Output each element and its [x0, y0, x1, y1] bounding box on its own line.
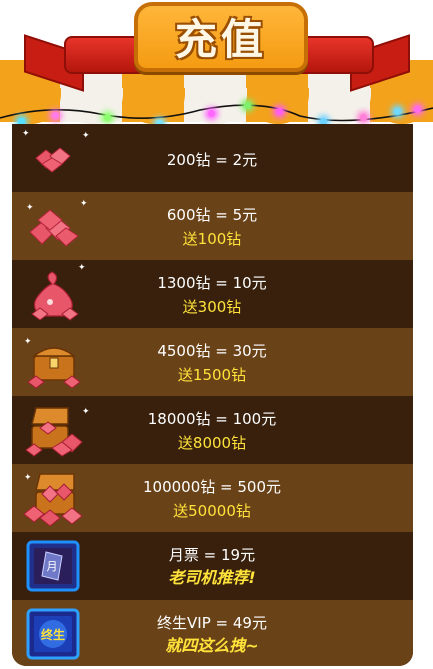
- light-bulb-icon: [414, 106, 421, 113]
- sparkle-icon: ✦: [82, 407, 90, 417]
- light-bulb-icon: [104, 114, 111, 121]
- sparkle-icon: ✦: [78, 263, 86, 273]
- offer-row-600[interactable]: 600钻 = 5元 送100钻: [12, 192, 413, 260]
- sparkle-icon: ✦: [22, 129, 30, 139]
- open-treasure-chest-icon: [25, 407, 83, 457]
- sparkle-icon: ✦: [24, 473, 32, 483]
- offer-price: 100000钻 = 500元: [143, 478, 281, 496]
- offer-bonus: 送300钻: [182, 298, 242, 316]
- diamonds-small-icon: [35, 147, 71, 173]
- light-bulb-icon: [394, 108, 401, 115]
- diamond-bag-icon: [31, 271, 79, 321]
- offer-price: 1300钻 = 10元: [157, 274, 267, 292]
- lifetime-vip-card-icon: 终生: [26, 608, 80, 660]
- offer-board: 200钻 = 2元 600钻 = 5元 送100钻 1300钻 = 10元 送3…: [12, 124, 413, 666]
- page-title: 充值: [174, 15, 267, 64]
- offer-row-monthly-pass[interactable]: 月 月票 = 19元 老司机推荐!: [12, 532, 413, 600]
- offer-row-100000[interactable]: 100000钻 = 500元 送50000钻: [12, 464, 413, 532]
- offer-row-1300[interactable]: 1300钻 = 10元 送300钻: [12, 260, 413, 328]
- offer-price: 月票 = 19元: [168, 546, 256, 564]
- offer-price: 4500钻 = 30元: [157, 342, 267, 360]
- offer-price: 600钻 = 5元: [166, 206, 258, 224]
- offer-row-4500[interactable]: 4500钻 = 30元 送1500钻: [12, 328, 413, 396]
- monthly-pass-card-icon: 月: [26, 540, 80, 592]
- recharge-shop: 充值 200钻 = 2元 600钻 = 5元 送100钻 1300钻 = 10元…: [0, 0, 433, 669]
- svg-text:月: 月: [47, 560, 58, 573]
- offer-row-18000[interactable]: 18000钻 = 100元 送8000钻: [12, 396, 413, 464]
- sparkle-icon: ✦: [24, 337, 32, 347]
- offer-row-200[interactable]: 200钻 = 2元: [12, 124, 413, 192]
- light-bulb-icon: [244, 102, 251, 109]
- sparkle-icon: ✦: [82, 131, 90, 141]
- offer-price: 终生VIP = 49元: [157, 614, 267, 632]
- offer-slogan: 就四这么拽~: [165, 636, 259, 655]
- light-bulb-icon: [360, 114, 367, 121]
- offer-bonus: 送50000钻: [173, 502, 251, 520]
- svg-text:终生: 终生: [41, 627, 65, 642]
- offer-slogan: 老司机推荐!: [168, 568, 256, 587]
- offer-price: 18000钻 = 100元: [147, 410, 277, 428]
- offer-bonus: 送100钻: [182, 230, 242, 248]
- offer-bonus: 送8000钻: [177, 434, 247, 452]
- offer-price: 200钻 = 2元: [166, 151, 258, 169]
- offer-bonus: 送1500钻: [177, 366, 247, 384]
- light-bulb-icon: [208, 110, 215, 117]
- sparkle-icon: ✦: [80, 199, 88, 209]
- light-bulb-icon: [52, 112, 59, 119]
- offer-row-lifetime-vip[interactable]: 终生 终生VIP = 49元 就四这么拽~: [12, 600, 413, 666]
- sparkle-icon: ✦: [26, 203, 34, 213]
- light-bulb-icon: [276, 108, 283, 115]
- string-lights: [0, 104, 433, 122]
